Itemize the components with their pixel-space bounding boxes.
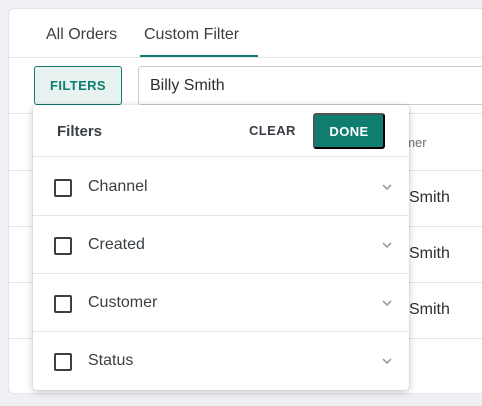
clear-button[interactable]: CLEAR — [249, 123, 296, 138]
filter-item-label: Channel — [88, 178, 148, 195]
checkbox-unchecked-icon[interactable] — [54, 179, 72, 197]
checkbox-unchecked-icon[interactable] — [54, 237, 72, 255]
search-input[interactable]: Billy Smith — [138, 66, 482, 105]
filter-item-label: Status — [88, 352, 134, 369]
checkbox-unchecked-icon[interactable] — [54, 295, 72, 313]
filter-item-customer[interactable]: Customer — [33, 274, 409, 332]
filter-item-label: Customer — [88, 294, 158, 311]
checkbox-unchecked-icon[interactable] — [54, 353, 72, 371]
filter-item-created[interactable]: Created — [33, 216, 409, 274]
tab-all-orders[interactable]: All Orders — [46, 26, 117, 44]
tab-custom-filter[interactable]: Custom Filter — [144, 26, 239, 44]
active-tab-indicator — [140, 55, 258, 57]
chevron-down-icon[interactable] — [380, 238, 394, 252]
table-cell-customer: Smith — [409, 245, 450, 262]
search-input-value: Billy Smith — [150, 76, 225, 94]
table-cell-customer: Smith — [409, 189, 450, 206]
filters-dropdown-header: Filters CLEAR DONE — [33, 105, 409, 157]
filter-item-label: Created — [88, 236, 145, 253]
filter-item-status[interactable]: Status — [33, 332, 409, 390]
table-cell-customer: Smith — [409, 301, 450, 318]
filters-dropdown: Filters CLEAR DONE Channel Created Custo… — [33, 105, 409, 390]
chevron-down-icon[interactable] — [380, 354, 394, 368]
tab-bar: All Orders Custom Filter — [9, 9, 482, 58]
chevron-down-icon[interactable] — [380, 296, 394, 310]
filter-item-channel[interactable]: Channel — [33, 158, 409, 216]
filters-button[interactable]: FILTERS — [34, 66, 122, 105]
done-button[interactable]: DONE — [313, 113, 385, 149]
filters-dropdown-title: Filters — [57, 123, 103, 140]
chevron-down-icon[interactable] — [380, 180, 394, 194]
